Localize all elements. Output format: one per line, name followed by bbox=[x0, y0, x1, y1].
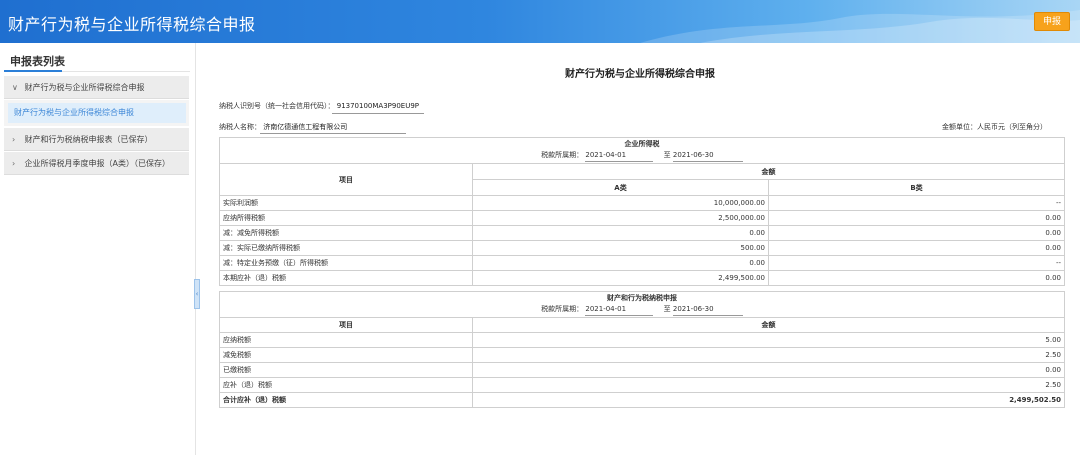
row-amount: 0.00 bbox=[471, 362, 1066, 378]
app-title: 财产行为税与企业所得税综合申报 bbox=[8, 15, 256, 34]
taxpayer-id-underline bbox=[332, 113, 424, 114]
table-row: 减免税额 2.50 bbox=[219, 347, 1066, 363]
cit-table: 企业所得税 税款所属期： 2021-04-01 至 2021-06-30 项目 … bbox=[218, 137, 1066, 286]
period-to-label: 至 bbox=[663, 305, 671, 313]
app-header: 财产行为税与企业所得税综合申报 申报 bbox=[0, 0, 1080, 43]
row-amount: 5.00 bbox=[471, 332, 1066, 348]
sidebar: 申报表列表 ∨ 财产行为税与企业所得税综合申报 财产行为税与企业所得税综合申报 … bbox=[0, 43, 196, 455]
period-to-label: 至 bbox=[663, 151, 671, 159]
sidebar-item-property-tax[interactable]: › 财产和行为税纳税申报表（已保存） bbox=[4, 128, 189, 151]
row-a: 2,499,500.00 bbox=[472, 270, 769, 286]
property-tax-table: 财产和行为税纳税申报 税款所属期： 2021-04-01 至 2021-06-3… bbox=[218, 291, 1066, 408]
row-b: -- bbox=[767, 195, 1066, 211]
taxpayer-id-value: 91370100MA3P90EU9P bbox=[336, 102, 419, 110]
ppt-section-title: 财产和行为税纳税申报 bbox=[607, 294, 677, 302]
ppt-col-item: 项目 bbox=[219, 317, 473, 333]
table-row: 减：减免所得税额 0.00 0.00 bbox=[219, 225, 1066, 241]
chevron-right-icon: › bbox=[12, 159, 16, 168]
row-item: 减：特定业务预缴（征）所得税额 bbox=[219, 255, 473, 271]
row-b: -- bbox=[767, 255, 1066, 271]
cit-col-amount: 金额 bbox=[471, 163, 1066, 180]
period-label: 税款所属期： bbox=[541, 151, 584, 159]
row-item: 应纳所得税额 bbox=[219, 210, 473, 226]
cit-period: 税款所属期： 2021-04-01 至 2021-06-30 bbox=[223, 150, 1061, 162]
ppt-section-header: 财产和行为税纳税申报 税款所属期： 2021-04-01 至 2021-06-3… bbox=[218, 291, 1066, 318]
chevron-down-icon: ∨ bbox=[12, 83, 18, 92]
ppt-col-amount: 金额 bbox=[471, 317, 1066, 333]
table-row: 应纳税额 5.00 bbox=[219, 332, 1066, 348]
taxpayer-id-label: 纳税人识别号（统一社会信用代码）： bbox=[219, 102, 335, 110]
sidebar-title: 申报表列表 bbox=[10, 55, 65, 68]
total-amount: 2,499,502.50 bbox=[471, 392, 1066, 408]
sidebar-item-label: 企业所得税月季度申报（A类）（已保存） bbox=[24, 159, 171, 168]
unit-note: 金额单位：人民币元（列至角分） bbox=[942, 123, 1047, 131]
cit-section-header: 企业所得税 税款所属期： 2021-04-01 至 2021-06-30 bbox=[218, 137, 1066, 164]
total-label: 合计应补（退）税额 bbox=[219, 392, 473, 408]
period-to: 2021-06-30 bbox=[672, 150, 743, 162]
taxpayer-name-row: 纳税人名称： 济南亿德通信工程有限公司 bbox=[219, 122, 347, 132]
total-row: 合计应补（退）税额 2,499,502.50 bbox=[219, 392, 1066, 408]
sidebar-item-label: 财产和行为税纳税申报表（已保存） bbox=[24, 135, 153, 144]
table-row: 减：实际已缴纳所得税额 500.00 0.00 bbox=[219, 240, 1066, 256]
chevron-right-icon: › bbox=[12, 135, 16, 144]
document-title: 财产行为税与企业所得税综合申报 bbox=[565, 69, 715, 80]
row-b: 0.00 bbox=[767, 225, 1066, 241]
taxpayer-id-row: 纳税人识别号（统一社会信用代码）： 91370100MA3P90EU9P bbox=[219, 101, 419, 111]
row-amount: 2.50 bbox=[471, 377, 1066, 393]
sidebar-item-label: 财产行为税与企业所得税综合申报 bbox=[24, 83, 145, 92]
cit-col-item: 项目 bbox=[219, 163, 473, 196]
submit-button[interactable]: 申报 bbox=[1034, 12, 1070, 31]
table-row: 本期应补（退）税额 2,499,500.00 0.00 bbox=[219, 270, 1066, 286]
sidebar-item-combined[interactable]: ∨ 财产行为税与企业所得税综合申报 bbox=[4, 76, 189, 99]
row-b: 0.00 bbox=[767, 210, 1066, 226]
row-item: 应纳税额 bbox=[219, 332, 473, 348]
period-from: 2021-04-01 bbox=[585, 304, 654, 316]
row-item: 应补（退）税额 bbox=[219, 377, 473, 393]
period-from: 2021-04-01 bbox=[585, 150, 654, 162]
row-a: 10,000,000.00 bbox=[472, 195, 769, 211]
row-item: 实际利润额 bbox=[219, 195, 473, 211]
ppt-period: 税款所属期： 2021-04-01 至 2021-06-30 bbox=[223, 304, 1061, 316]
row-b: 0.00 bbox=[767, 270, 1066, 286]
sidebar-subitem-combined[interactable]: 财产行为税与企业所得税综合申报 bbox=[4, 100, 189, 126]
period-label: 税款所属期： bbox=[541, 305, 584, 313]
main-content: 财产行为税与企业所得税综合申报 纳税人识别号（统一社会信用代码）： 913701… bbox=[200, 43, 1080, 455]
taxpayer-name-value: 济南亿德通信工程有限公司 bbox=[263, 123, 348, 131]
table-row: 减：特定业务预缴（征）所得税额 0.00 -- bbox=[219, 255, 1066, 271]
period-to: 2021-06-30 bbox=[672, 304, 743, 316]
row-item: 本期应补（退）税额 bbox=[219, 270, 473, 286]
row-b: 0.00 bbox=[767, 240, 1066, 256]
row-a: 0.00 bbox=[472, 225, 769, 241]
taxpayer-name-label: 纳税人名称： bbox=[219, 123, 261, 131]
cit-col-a: A类 bbox=[472, 179, 769, 196]
table-row: 实际利润额 10,000,000.00 -- bbox=[219, 195, 1066, 211]
taxpayer-name-underline bbox=[260, 133, 406, 134]
row-item: 减：减免所得税额 bbox=[219, 225, 473, 241]
sidebar-subitem-label: 财产行为税与企业所得税综合申报 bbox=[8, 103, 186, 123]
row-a: 0.00 bbox=[472, 255, 769, 271]
row-item: 已缴税额 bbox=[219, 362, 473, 378]
row-a: 2,500,000.00 bbox=[472, 210, 769, 226]
sidebar-title-underline bbox=[4, 70, 62, 72]
row-item: 减免税额 bbox=[219, 347, 473, 363]
cit-col-b: B类 bbox=[767, 179, 1066, 196]
sidebar-item-cit[interactable]: › 企业所得税月季度申报（A类）（已保存） bbox=[4, 152, 189, 175]
table-row: 应纳所得税额 2,500,000.00 0.00 bbox=[219, 210, 1066, 226]
row-item: 减：实际已缴纳所得税额 bbox=[219, 240, 473, 256]
row-a: 500.00 bbox=[472, 240, 769, 256]
table-row: 应补（退）税额 2.50 bbox=[219, 377, 1066, 393]
header-decoration bbox=[640, 10, 1080, 43]
row-amount: 2.50 bbox=[471, 347, 1066, 363]
table-row: 已缴税额 0.00 bbox=[219, 362, 1066, 378]
cit-section-title: 企业所得税 bbox=[624, 140, 660, 148]
